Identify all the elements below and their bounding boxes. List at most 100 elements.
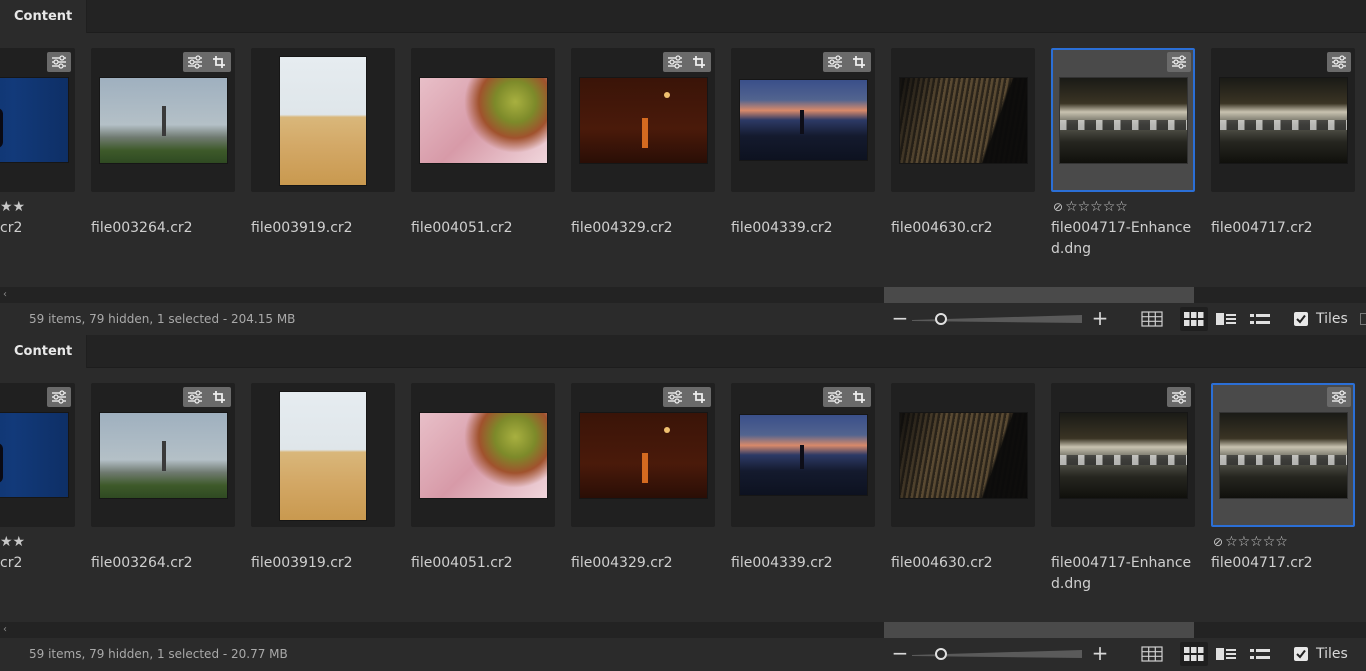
thumbnail-frame[interactable]: [1211, 383, 1355, 527]
scrollbar-thumb[interactable]: [884, 287, 1194, 303]
panel-toggle-icon[interactable]: [1360, 313, 1366, 325]
thumbnail-frame[interactable]: [1051, 48, 1195, 192]
thumbnail-tile[interactable]: file004339.cr2: [731, 48, 875, 278]
thumbnail-frame[interactable]: [251, 383, 395, 527]
thumbnail-image: [1220, 413, 1347, 498]
scroll-left-icon[interactable]: ‹: [0, 622, 10, 638]
thumbnail-strip: ★★ cr2 file003264.cr2 file003919.cr2 fil…: [0, 33, 1366, 288]
horizontal-scrollbar[interactable]: ‹: [0, 287, 1366, 303]
slider-knob[interactable]: [935, 648, 947, 660]
scroll-left-icon[interactable]: ‹: [0, 287, 10, 303]
zoom-in-button[interactable]: +: [1089, 642, 1111, 666]
thumbnail-tile[interactable]: ⊘ ☆☆☆☆☆ file004717-Enhanced.dng: [1051, 48, 1195, 278]
thumbnail-tile[interactable]: ⊘ ☆☆☆☆☆ file004717.cr2: [1211, 383, 1355, 613]
crop-icon[interactable]: [847, 387, 871, 407]
zoom-out-button[interactable]: −: [889, 307, 911, 331]
thumbnail-tile[interactable]: ★★ cr2: [0, 48, 75, 278]
crop-icon[interactable]: [207, 52, 231, 72]
tiles-checkbox[interactable]: [1294, 647, 1308, 661]
adjust-icon[interactable]: [1327, 387, 1351, 407]
thumbnail-image: [580, 78, 707, 163]
thumbnail-tile[interactable]: file004717-Enhanced.dng: [1051, 383, 1195, 613]
checkmark-icon: [1296, 314, 1306, 324]
tiles-view-button[interactable]: [1180, 307, 1208, 331]
details-view-button[interactable]: [1212, 642, 1240, 666]
tab-content[interactable]: Content: [0, 0, 87, 33]
thumbnail-tile[interactable]: file003919.cr2: [251, 383, 395, 613]
thumbnail-frame[interactable]: [571, 383, 715, 527]
reject-icon[interactable]: ⊘: [1053, 200, 1063, 214]
thumbnail-tile[interactable]: file003919.cr2: [251, 48, 395, 278]
thumbnail-tile[interactable]: ★★ cr2: [0, 383, 75, 613]
tiles-checkbox[interactable]: [1294, 312, 1308, 326]
thumbnail-tile[interactable]: file004051.cr2: [411, 383, 555, 613]
tiles-checkbox-label[interactable]: Tiles: [1316, 311, 1348, 327]
grid-view-button[interactable]: [1138, 307, 1166, 331]
adjust-icon[interactable]: [47, 52, 71, 72]
slider-knob[interactable]: [935, 313, 947, 325]
star-rating[interactable]: ★★: [0, 199, 25, 215]
list-view-button[interactable]: [1246, 642, 1274, 666]
thumbnail-frame[interactable]: [891, 383, 1035, 527]
grid-view-button[interactable]: [1138, 642, 1166, 666]
thumbnail-image: [900, 413, 1027, 498]
tiles-view-button[interactable]: [1180, 642, 1208, 666]
thumbnail-tile[interactable]: file004329.cr2: [571, 383, 715, 613]
thumbnail-frame[interactable]: [91, 383, 235, 527]
thumbnail-frame[interactable]: [731, 48, 875, 192]
adjust-icon[interactable]: [1167, 387, 1191, 407]
crop-icon[interactable]: [687, 387, 711, 407]
adjust-icon[interactable]: [1327, 52, 1351, 72]
adjust-icon[interactable]: [663, 52, 687, 72]
star-rating[interactable]: ⊘ ☆☆☆☆☆: [1053, 199, 1128, 215]
thumbnail-tile[interactable]: file003264.cr2: [91, 383, 235, 613]
thumbnail-tile[interactable]: file004339.cr2: [731, 383, 875, 613]
thumbnail-image: [1060, 78, 1187, 163]
thumbnail-frame[interactable]: [1051, 383, 1195, 527]
star-rating[interactable]: ★★: [0, 534, 25, 550]
thumbnail-tile[interactable]: file004630.cr2: [891, 48, 1035, 278]
list-view-button[interactable]: [1246, 307, 1274, 331]
thumbnail-frame[interactable]: [0, 383, 75, 527]
thumbnail-frame[interactable]: [891, 48, 1035, 192]
thumbnail-image: [420, 413, 547, 498]
thumbnail-image: [100, 413, 227, 498]
thumbnail-frame[interactable]: [1211, 48, 1355, 192]
adjust-icon[interactable]: [1167, 52, 1191, 72]
adjust-icon[interactable]: [663, 387, 687, 407]
thumbnail-frame[interactable]: [251, 48, 395, 192]
thumbnail-frame[interactable]: [411, 383, 555, 527]
adjust-icon[interactable]: [47, 387, 71, 407]
thumbnail-frame[interactable]: [571, 48, 715, 192]
thumbnail-frame[interactable]: [731, 383, 875, 527]
tab-bar: Content: [0, 335, 1366, 368]
list-view-icon: [1250, 314, 1270, 324]
crop-icon[interactable]: [207, 387, 231, 407]
crop-icon[interactable]: [847, 52, 871, 72]
thumbnail-image: [580, 413, 707, 498]
crop-icon[interactable]: [687, 52, 711, 72]
tiles-checkbox-label[interactable]: Tiles: [1316, 646, 1348, 662]
thumbnail-frame[interactable]: [0, 48, 75, 192]
reject-icon[interactable]: ⊘: [1213, 535, 1223, 549]
adjust-icon[interactable]: [823, 52, 847, 72]
adjust-icon[interactable]: [183, 52, 207, 72]
thumbnail-tile[interactable]: file004329.cr2: [571, 48, 715, 278]
adjust-icon[interactable]: [823, 387, 847, 407]
thumbnail-tile[interactable]: file003264.cr2: [91, 48, 235, 278]
thumbnail-tile[interactable]: file004717.cr2: [1211, 48, 1355, 278]
star-rating[interactable]: ⊘ ☆☆☆☆☆: [1213, 534, 1288, 550]
scrollbar-thumb[interactable]: [884, 622, 1194, 638]
thumbnail-tile[interactable]: file004051.cr2: [411, 48, 555, 278]
tab-content[interactable]: Content: [0, 335, 87, 368]
zoom-out-button[interactable]: −: [889, 642, 911, 666]
thumbnail-tile[interactable]: file004630.cr2: [891, 383, 1035, 613]
adjust-icon[interactable]: [183, 387, 207, 407]
file-name: file004717.cr2: [1211, 220, 1313, 236]
horizontal-scrollbar[interactable]: ‹: [0, 622, 1366, 638]
thumbnail-frame[interactable]: [91, 48, 235, 192]
thumbnail-frame[interactable]: [411, 48, 555, 192]
zoom-in-button[interactable]: +: [1089, 307, 1111, 331]
details-view-button[interactable]: [1212, 307, 1240, 331]
thumbnail-image: [740, 415, 867, 495]
